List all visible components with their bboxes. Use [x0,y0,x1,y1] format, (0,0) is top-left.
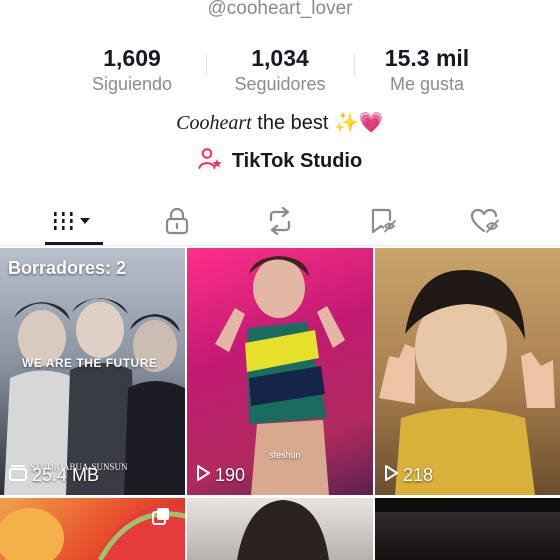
profile-bio: Cooheart the best ✨💗 [0,110,560,135]
video-tile[interactable] [187,498,373,560]
tiktok-studio-link[interactable]: TikTok Studio [0,147,560,175]
drafts-meta: 25.4 MB [8,464,99,487]
multi-photo-icon [151,506,171,531]
sparkle-emoji: ✨ [334,112,359,134]
tab-reposts[interactable] [224,200,336,246]
video-tile[interactable]: 218 [375,248,560,495]
draft-size: 25.4 MB [32,465,100,485]
video-tile[interactable] [0,498,185,560]
liked-heart-icon [470,207,502,240]
video-caption: WE ARE THE FUTURE [22,356,158,370]
view-count: 190 [215,465,246,485]
videos-grid-icon [52,208,96,239]
following-label: Siguiendo [91,74,173,94]
video-grid: Borradores: 2 WE ARE THE FUTURE STUDIOAB… [0,248,560,560]
video-views: 218 [383,464,433,487]
active-tab-indicator [45,242,103,245]
lock-icon [164,207,190,240]
video-tile[interactable]: sfeshun 190 [187,248,373,495]
following-count: 1,609 [103,45,161,71]
video-tile-drafts[interactable]: Borradores: 2 WE ARE THE FUTURE STUDIOAB… [0,248,185,495]
profile-stats: 1,609 Siguiendo 1,034 Seguidores 15.3 mi… [0,44,560,100]
video-views: 190 [195,464,245,487]
tab-favorites[interactable] [327,200,439,246]
stat-likes[interactable]: 15.3 mil Me gusta [352,44,502,95]
play-icon [195,464,211,487]
video-watermark: sfeshun [269,450,301,460]
view-count: 218 [403,465,434,485]
followers-label: Seguidores [234,74,326,94]
profile-tabs [0,200,560,246]
profile-username: @cooheart_lover [207,0,353,19]
tab-liked[interactable] [430,200,542,246]
favorites-bookmark-icon [368,207,398,240]
drafts-icon [8,464,28,487]
video-tile[interactable] [375,498,560,560]
likes-count: 15.3 mil [384,45,470,71]
studio-label: TikTok Studio [231,149,363,172]
tab-videos[interactable] [18,200,130,246]
followers-count: 1,034 [251,45,309,71]
stat-followers[interactable]: 1,034 Seguidores [205,44,355,95]
repost-icon [265,206,295,240]
bio-script-name: Cooheart [176,112,252,134]
bio-text: the best [257,112,329,134]
studio-user-icon [198,147,224,176]
likes-label: Me gusta [389,74,465,94]
play-icon [383,464,399,487]
stat-following[interactable]: 1,609 Siguiendo [57,44,207,95]
tab-private[interactable] [121,200,233,246]
heart-emoji: 💗 [358,112,384,134]
drafts-title: Borradores: 2 [8,258,127,278]
